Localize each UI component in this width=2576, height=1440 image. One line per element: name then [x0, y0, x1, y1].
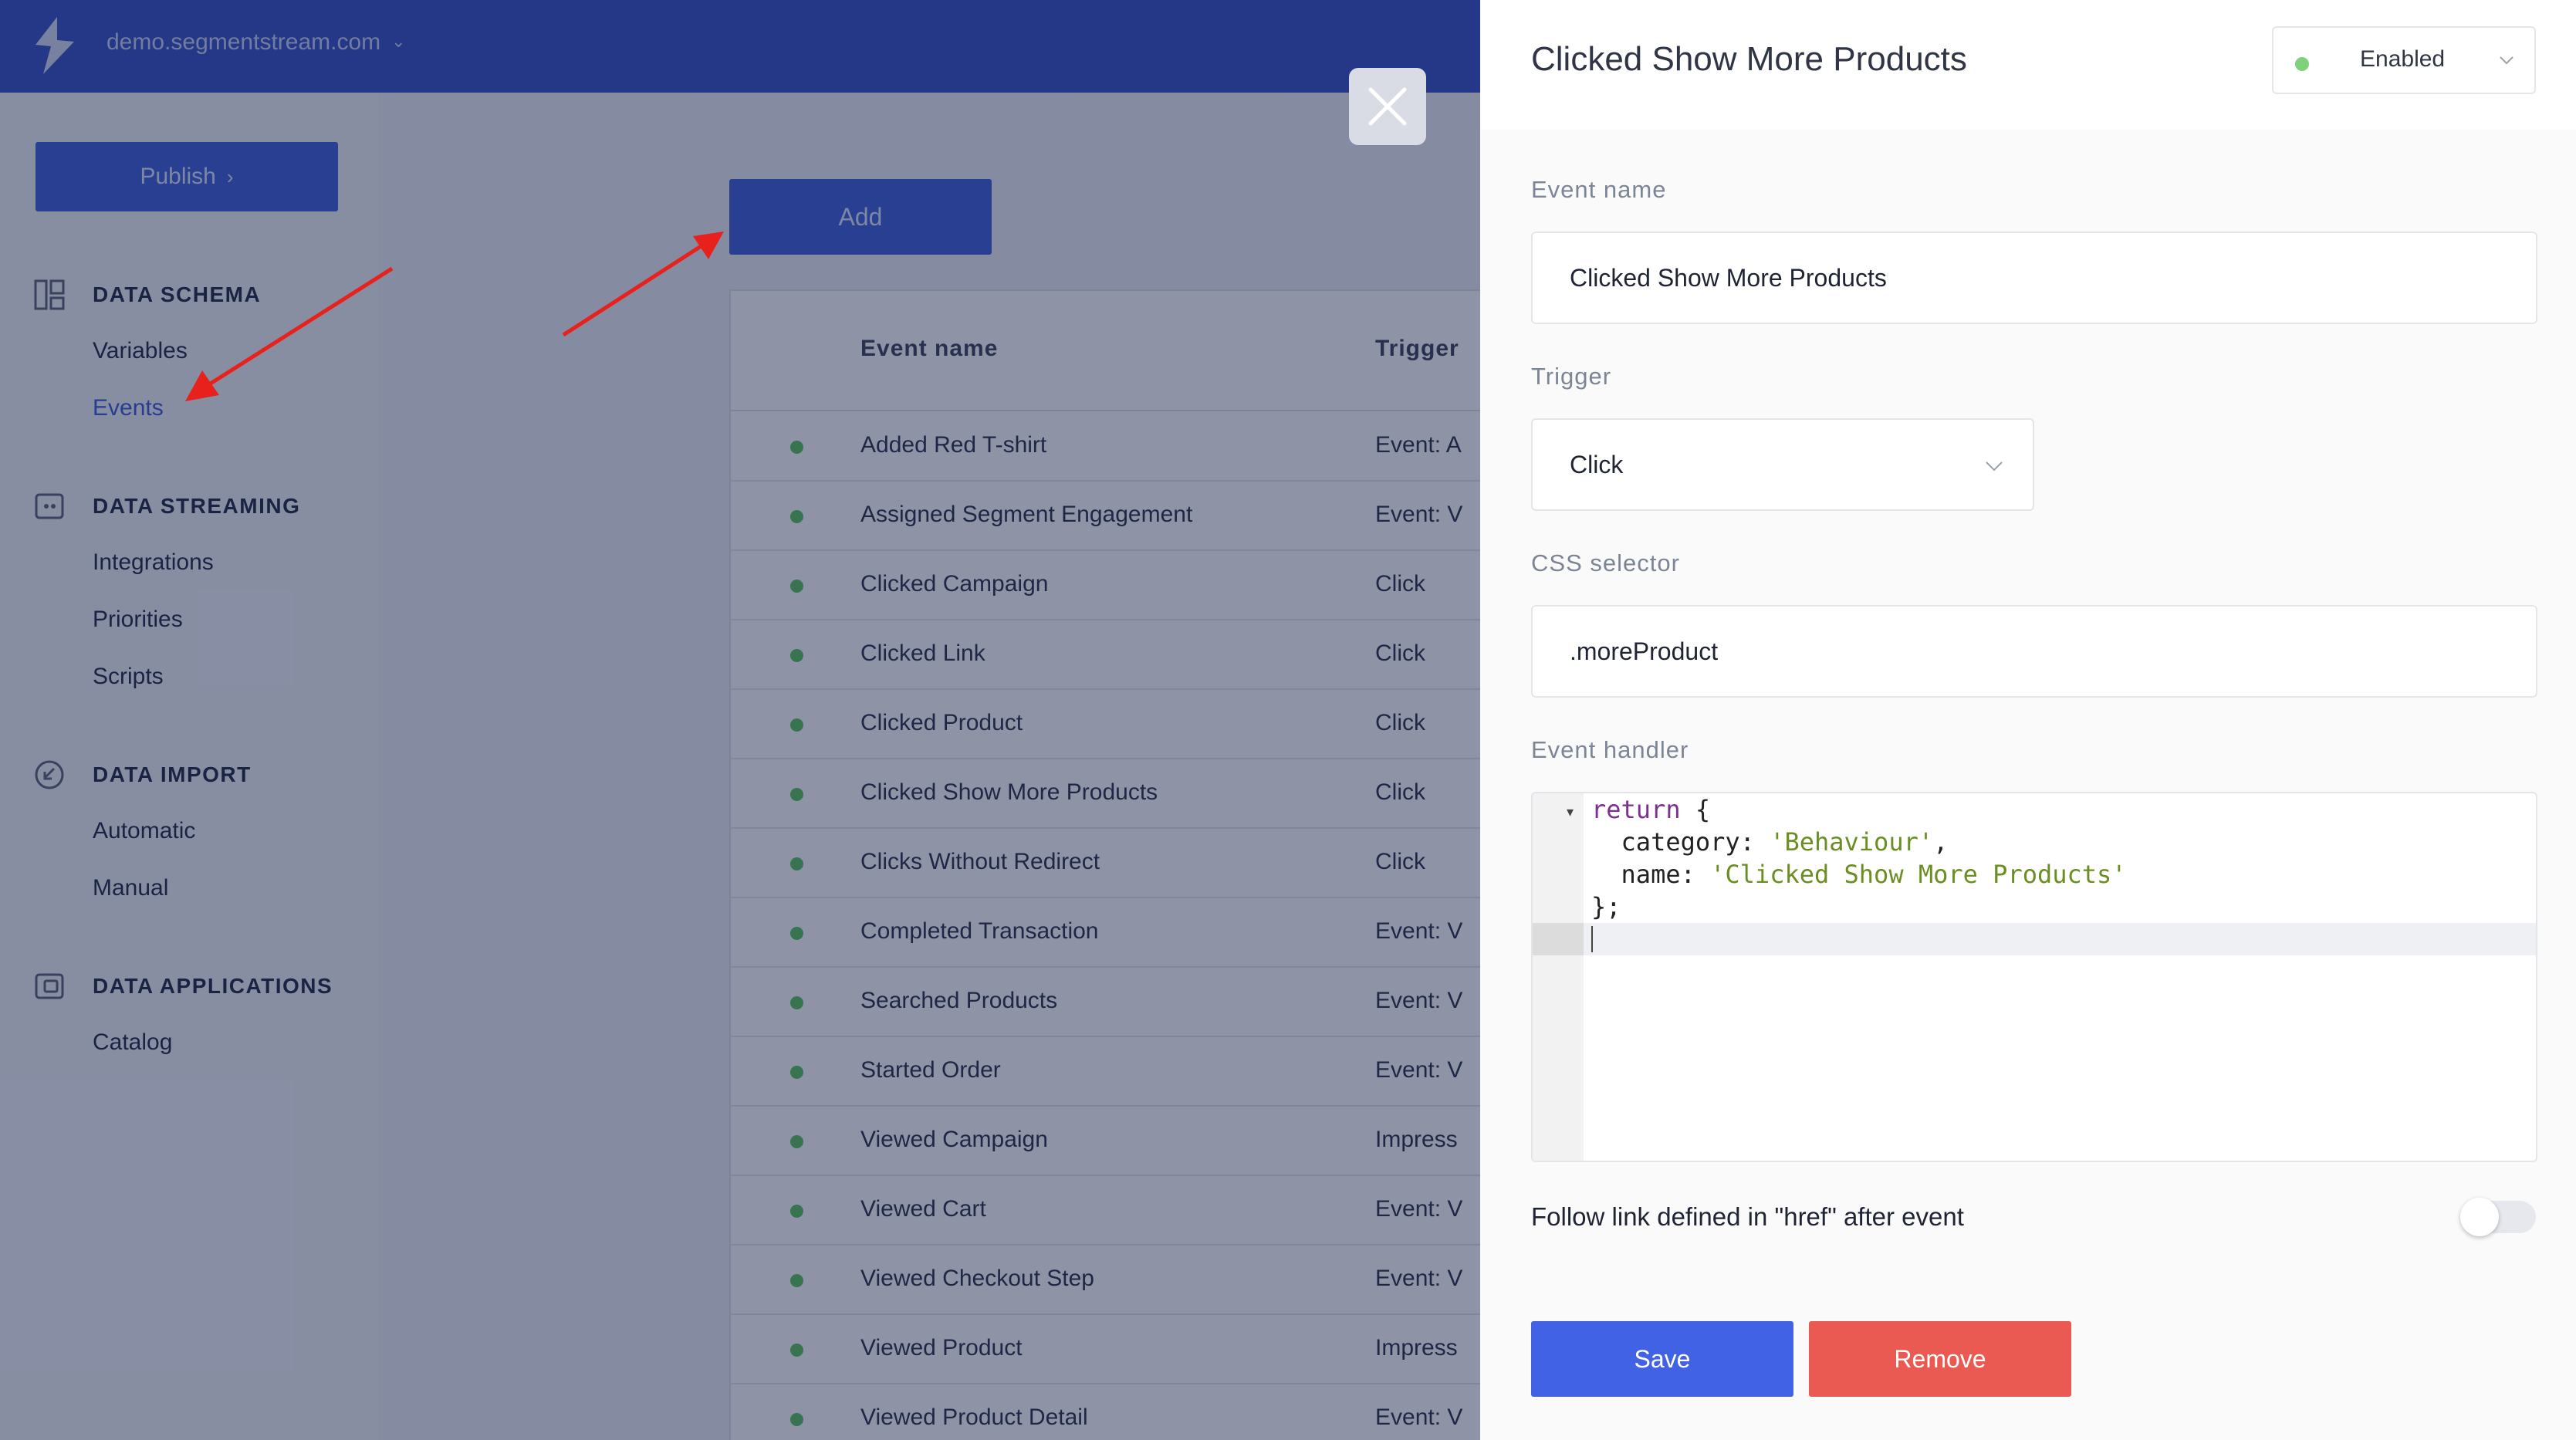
code-text: category: [1591, 827, 1770, 857]
close-icon [1368, 87, 1407, 126]
code-line: name: 'Clicked Show More Products' [1591, 860, 2127, 889]
remove-button[interactable]: Remove [1809, 1321, 2071, 1397]
css-selector-label: CSS selector [1531, 549, 1680, 576]
remove-label: Remove [1894, 1344, 1986, 1373]
code-text: { [1680, 795, 1711, 824]
code-string: 'Clicked Show More Products' [1710, 860, 2127, 889]
event-name-label: Event name [1531, 176, 1667, 203]
event-name-input[interactable]: Clicked Show More Products [1531, 232, 2537, 324]
active-line-gutter [1533, 923, 1584, 955]
trigger-select[interactable]: Click [1531, 418, 2034, 511]
save-button[interactable]: Save [1531, 1321, 1793, 1397]
status-select[interactable]: Enabled [2272, 26, 2536, 94]
code-text: name: [1591, 860, 1711, 889]
status-dot-icon [2295, 57, 2309, 71]
code-line: category: 'Behaviour', [1591, 827, 1949, 857]
panel-header: Clicked Show More Products Enabled [1480, 0, 2576, 130]
chevron-down-icon [2497, 51, 2516, 73]
active-line-highlight [1533, 923, 2536, 955]
event-handler-code-editor[interactable]: ▾ return { category: 'Behaviour', name: … [1531, 792, 2537, 1162]
code-text: , [1933, 827, 1949, 857]
css-selector-input[interactable]: .moreProduct [1531, 605, 2537, 698]
code-line: return { [1591, 795, 1710, 824]
save-label: Save [1634, 1344, 1691, 1373]
close-panel-button[interactable] [1349, 68, 1426, 145]
fold-arrow-icon[interactable]: ▾ [1567, 804, 1574, 820]
modal-overlay[interactable] [0, 0, 1480, 1440]
trigger-label: Trigger [1531, 363, 1612, 390]
follow-link-toggle[interactable] [2460, 1198, 2536, 1236]
code-line: }; [1591, 892, 1621, 921]
code-string: 'Behaviour' [1770, 827, 1934, 857]
code-keyword: return [1591, 795, 1681, 824]
chevron-down-icon [1983, 455, 2005, 481]
panel-title: Clicked Show More Products [1531, 40, 1967, 78]
css-selector-value: .moreProduct [1570, 637, 1719, 665]
text-cursor [1591, 926, 1593, 952]
follow-link-label: Follow link defined in "href" after even… [1531, 1202, 1964, 1231]
code-gutter [1533, 793, 1584, 1161]
status-label: Enabled [2360, 46, 2446, 72]
trigger-value: Click [1570, 451, 1624, 478]
event-handler-label: Event handler [1531, 736, 1689, 763]
event-name-value: Clicked Show More Products [1570, 264, 1887, 292]
toggle-knob [2460, 1198, 2499, 1236]
event-edit-panel: Clicked Show More Products Enabled Event… [1480, 0, 2576, 1440]
